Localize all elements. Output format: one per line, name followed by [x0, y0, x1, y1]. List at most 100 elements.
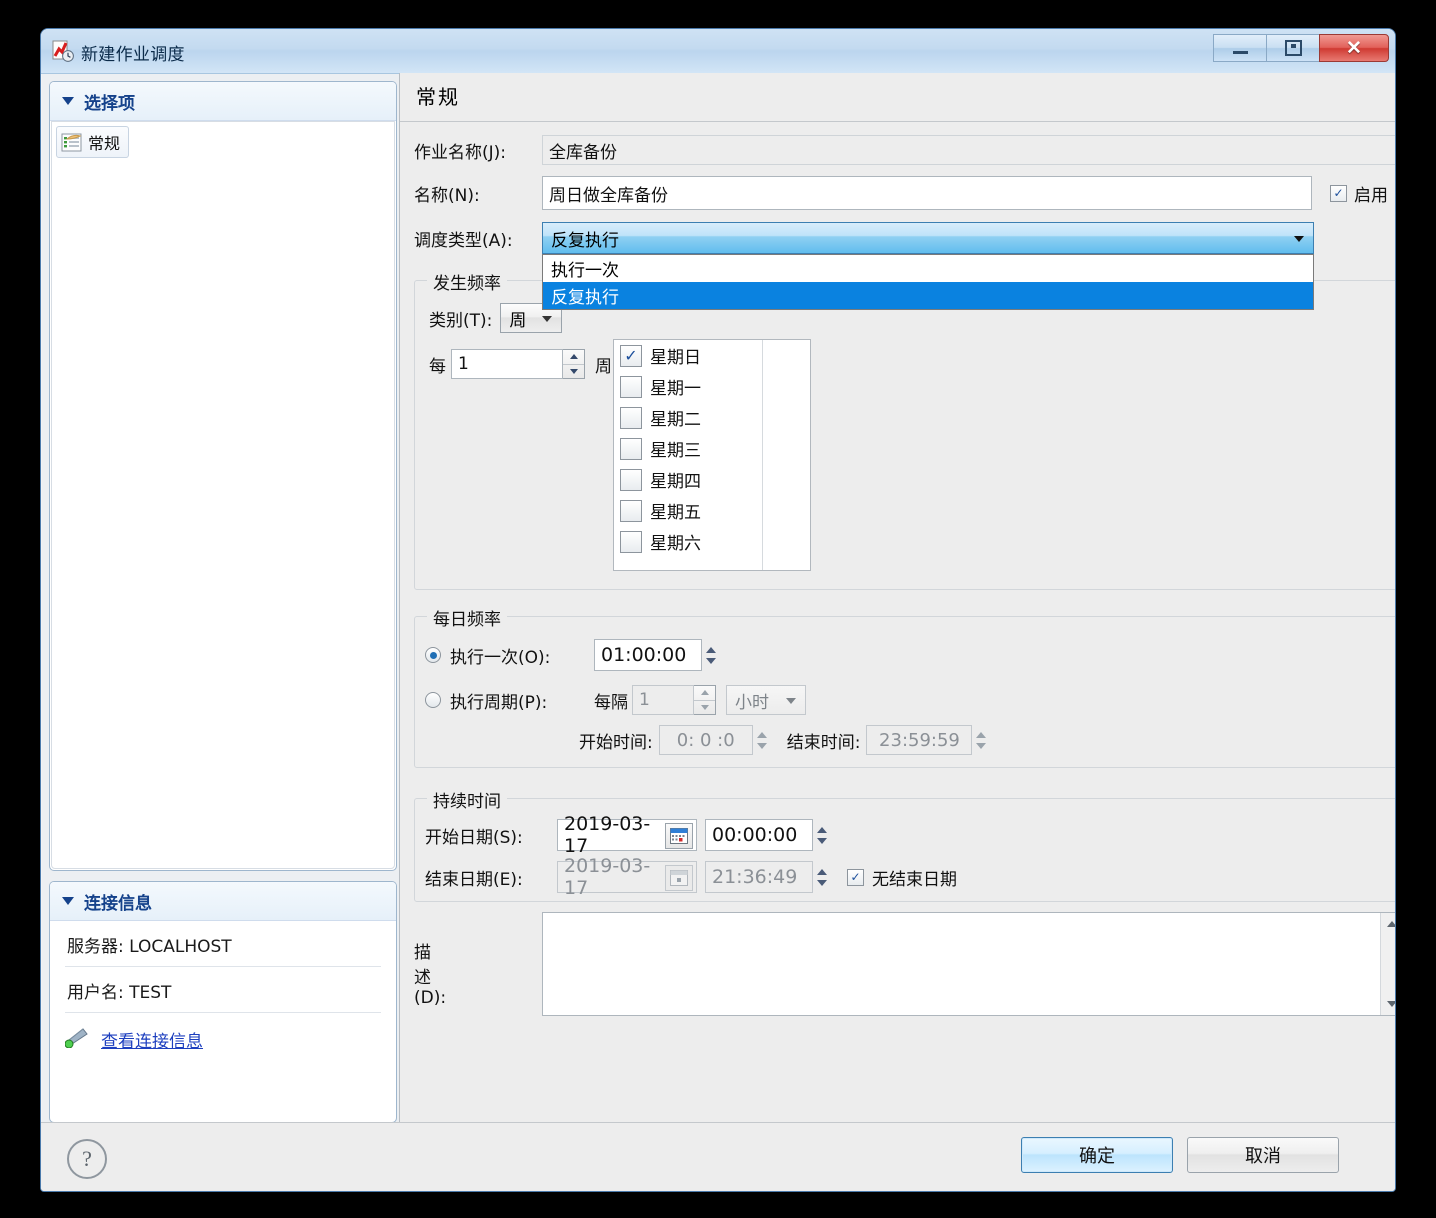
schedule-clock-icon — [52, 40, 74, 62]
time-range-row: 开始时间: 0: 0 :0 结束时间: 23:59:59 — [579, 725, 990, 755]
start-date-time-stepper[interactable] — [813, 820, 831, 850]
schedule-type-combo[interactable]: 反复执行 — [542, 222, 1314, 254]
weekday-label: 星期一 — [650, 379, 701, 399]
calendar-icon — [665, 865, 693, 891]
check-icon: ✓ — [1333, 186, 1344, 200]
list-item[interactable]: 星期四 — [614, 464, 810, 495]
occurs-once-radio[interactable] — [425, 647, 441, 663]
occurs-every-row: 执行周期(P): 每隔 1 小时 — [425, 685, 806, 715]
dialog-footer: ? 确定 取消 — [41, 1122, 1395, 1191]
minimize-button[interactable] — [1213, 34, 1266, 62]
description-scrollbar[interactable] — [1380, 913, 1395, 1015]
schedule-type-label: 调度类型(A): — [414, 230, 513, 251]
view-connection-row[interactable]: 查看连接信息 — [64, 1013, 381, 1053]
arrow-down-icon[interactable] — [706, 657, 716, 664]
maximize-button[interactable] — [1266, 34, 1319, 62]
enabled-label: 启用 — [1354, 185, 1388, 206]
occurs-once-stepper[interactable] — [702, 640, 720, 670]
every-suffix-label: 周 — [595, 356, 612, 377]
end-time-label: 结束时间: — [786, 732, 861, 753]
arrow-up-icon — [1387, 921, 1395, 927]
selection-panel-header[interactable]: 选择项 — [50, 82, 396, 121]
connection-user: 用户名: TEST — [65, 967, 381, 1013]
schedule-type-value: 反复执行 — [551, 230, 619, 251]
category-label: 类别(T): — [429, 310, 493, 331]
duration-groupbox: 持续时间 开始日期(S): 2019-03-17 00:00:00 结束日期(E… — [414, 787, 1395, 902]
sidebar-item-general[interactable]: 常规 — [56, 126, 130, 158]
weekday-checkbox-saturday[interactable] — [620, 530, 642, 553]
weekday-checkbox-friday[interactable] — [620, 499, 642, 522]
no-end-date-row[interactable]: ✓ 无结束日期 — [847, 865, 957, 890]
chevron-down-icon — [786, 698, 796, 704]
window-controls: ✕ — [1213, 34, 1389, 62]
end-date-row: 结束日期(E): 2019-03-17 21:36:49 ✓ 无结束日期 — [425, 855, 957, 899]
frequency-title: 发生频率 — [427, 269, 507, 294]
stepper-down[interactable] — [563, 365, 584, 379]
arrow-up-icon — [817, 868, 827, 875]
page-title: 常规 — [400, 73, 1395, 122]
weekday-checkbox-thursday[interactable] — [620, 468, 642, 491]
arrow-up-icon[interactable] — [817, 826, 827, 833]
connection-icon — [64, 1026, 91, 1053]
connection-panel-title: 连接信息 — [84, 893, 152, 914]
scroll-down-button[interactable] — [1381, 993, 1395, 1015]
arrow-down-icon — [700, 704, 709, 710]
enabled-checkbox-row[interactable]: ✓ 启用 — [1330, 181, 1388, 206]
connection-panel-header[interactable]: 连接信息 — [50, 882, 396, 921]
start-time-input: 0: 0 :0 — [658, 725, 753, 755]
connection-server: 服务器: LOCALHOST — [65, 921, 381, 967]
weekday-label: 星期四 — [650, 472, 701, 492]
dropdown-option-once[interactable]: 执行一次 — [543, 255, 1313, 282]
view-connection-link[interactable]: 查看连接信息 — [101, 1027, 203, 1052]
cancel-button[interactable]: 取消 — [1187, 1137, 1339, 1173]
arrow-up-icon[interactable] — [706, 646, 716, 653]
name-input[interactable]: 周日做全库备份 — [542, 176, 1312, 210]
arrow-up-icon — [976, 731, 987, 738]
occurs-once-time-input[interactable]: 01:00:00 — [594, 639, 702, 671]
every-weeks-row: 每 1 周 — [429, 349, 612, 379]
weekday-checkbox-sunday[interactable]: ✓ — [620, 344, 642, 367]
list-item[interactable]: 星期五 — [614, 495, 810, 526]
weekday-checkbox-monday[interactable] — [620, 375, 642, 398]
chevron-down-icon — [62, 897, 74, 905]
daily-frequency-groupbox: 每日频率 执行一次(O): 01:00:00 执行周期(P): 每隔 1 小时 … — [414, 605, 1395, 768]
start-date-time-input[interactable]: 00:00:00 — [705, 819, 813, 851]
every-weeks-stepper[interactable] — [563, 349, 585, 379]
end-date-time-stepper — [813, 862, 831, 892]
start-date-label: 开始日期(S): — [425, 827, 523, 848]
weekday-label: 星期六 — [650, 534, 701, 554]
selection-tree[interactable]: 常规 — [51, 121, 395, 869]
every-weeks-input[interactable]: 1 — [451, 349, 563, 379]
dropdown-option-recurring[interactable]: 反复执行 — [543, 282, 1313, 309]
name-row: 名称(N): 周日做全库备份 ✓ 启用 — [414, 176, 1395, 210]
stepper-up[interactable] — [563, 350, 584, 364]
occurs-once-row: 执行一次(O): 01:00:00 — [425, 639, 720, 671]
scroll-up-button[interactable] — [1381, 913, 1395, 935]
calendar-icon[interactable] — [665, 823, 693, 849]
list-item[interactable]: 星期一 — [614, 371, 810, 402]
list-item[interactable]: 星期二 — [614, 402, 810, 433]
close-button[interactable]: ✕ — [1319, 34, 1389, 62]
no-end-date-checkbox[interactable]: ✓ — [847, 868, 864, 886]
arrow-down-icon — [569, 368, 578, 374]
description-textarea[interactable] — [542, 912, 1395, 1016]
left-pane: 选择项 常规 连接信息 服务器: LOCALHOST 用户名: TEST 查看连… — [49, 81, 397, 1123]
weekday-checkbox-tuesday[interactable] — [620, 406, 642, 429]
close-icon: ✕ — [1346, 37, 1362, 59]
start-date-input[interactable]: 2019-03-17 — [557, 813, 697, 857]
help-button[interactable]: ? — [67, 1139, 107, 1179]
enabled-checkbox[interactable]: ✓ — [1330, 184, 1347, 202]
check-icon: ✓ — [624, 345, 638, 365]
schedule-type-dropdown[interactable]: 执行一次 反复执行 — [542, 254, 1314, 310]
weekday-listbox[interactable]: ✓ 星期日 星期一 星期二 星期三 星期四 星期五 星期六 — [613, 339, 811, 571]
ok-button[interactable]: 确定 — [1021, 1137, 1173, 1173]
occurs-every-radio[interactable] — [425, 692, 441, 708]
list-item[interactable]: 星期三 — [614, 433, 810, 464]
minimize-icon — [1232, 50, 1248, 54]
list-item[interactable]: ✓ 星期日 — [614, 340, 810, 371]
start-time-label: 开始时间: — [579, 732, 653, 753]
list-item[interactable]: 星期六 — [614, 526, 810, 557]
weekday-checkbox-wednesday[interactable] — [620, 437, 642, 460]
arrow-down-icon[interactable] — [817, 837, 827, 844]
weekday-label: 星期五 — [650, 503, 701, 523]
